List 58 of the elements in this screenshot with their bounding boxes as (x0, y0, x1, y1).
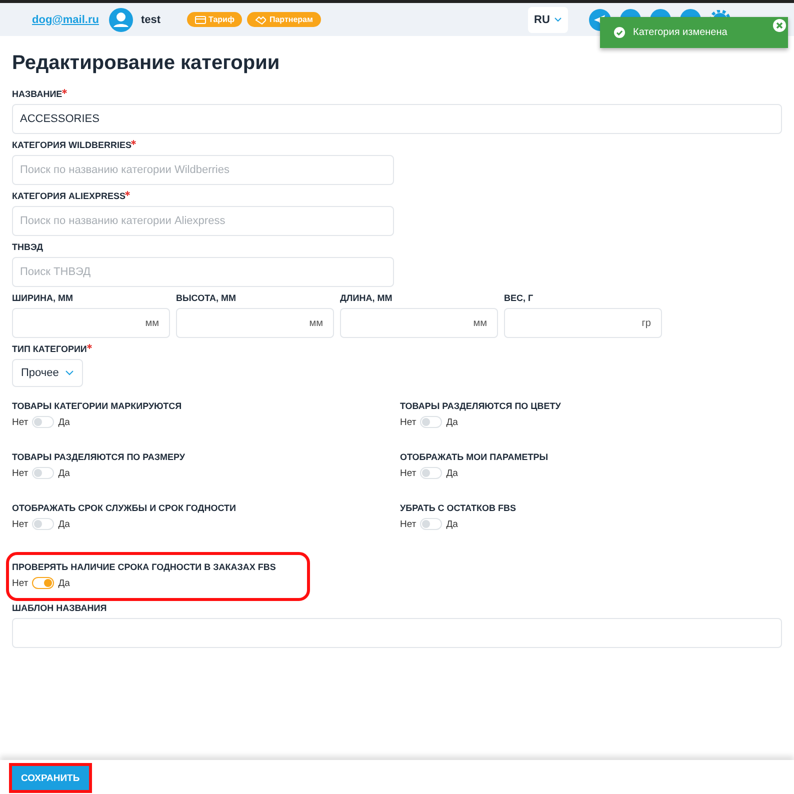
number-field[interactable]: мм (12, 308, 170, 338)
card-icon (194, 14, 206, 24)
toggle-label: ПРОВЕРЯТЬ НАЛИЧИЕ СРОКА ГОДНОСТИ В ЗАКАЗАХ FBS (12, 562, 277, 573)
field-label: ШАБЛОН НАЗВАНИЯ (12, 603, 108, 614)
on-label: Да (446, 518, 458, 530)
name-field[interactable]: ACCESSORIES (12, 104, 782, 134)
search-field[interactable]: Поиск по названию категории Aliexpress (12, 206, 394, 236)
on-label: Да (58, 578, 70, 588)
field-label: ТНВЭД (12, 242, 44, 253)
field-label: ТИП КАТЕГОРИИ (12, 344, 782, 355)
chevron-icon (64, 370, 74, 376)
field-label: КАТЕГОРИЯ ALIEXPRESS (12, 191, 782, 202)
search-field[interactable]: Поиск по названию категории Wildberries (12, 155, 394, 185)
toggle-switch[interactable] (32, 416, 54, 428)
search-field[interactable]: Поиск ТНВЭД (12, 257, 394, 287)
field-label: ДЛИНА, ММ (340, 293, 394, 304)
field-label: ВЫСОТА, ММ (176, 293, 238, 304)
page-title: Редактирование категории (12, 52, 281, 75)
on-label: Да (58, 416, 70, 428)
on-label: Да (446, 468, 458, 478)
field-label: ВЕС, Г (504, 293, 534, 304)
toggle-switch[interactable] (32, 577, 54, 589)
chevron-icon (554, 16, 562, 22)
language-select[interactable]: RU (528, 6, 568, 32)
toast-message: Категория изменена (633, 27, 728, 38)
toggle-switch[interactable] (420, 467, 442, 479)
toggle-label: ТОВАРЫ КАТЕГОРИИ МАРКИРУЮТСЯ (12, 401, 183, 412)
off-label: Нет (12, 518, 28, 530)
toggle-label: УБРАТЬ С ОСТАТКОВ FBS (400, 503, 518, 514)
off-label: Нет (400, 416, 416, 428)
toggle-switch[interactable] (420, 518, 442, 530)
field-label: КАТЕГОРИЯ WILDBERRIES (12, 140, 782, 151)
check-icon (614, 27, 625, 38)
toggle-label: ОТОБРАЖАТЬ МОИ ПАРАМЕТРЫ (400, 452, 550, 463)
close-icon[interactable] (773, 19, 786, 32)
number-field[interactable]: мм (340, 308, 498, 338)
number-field[interactable]: мм (176, 308, 334, 338)
toggle-label: ОТОБРАЖАТЬ СРОК СЛУЖБЫ И СРОК ГОДНОСТИ (12, 503, 237, 514)
off-label: Нет (400, 468, 416, 478)
username: test (140, 14, 161, 26)
category-type-select[interactable]: Прочее (12, 359, 83, 387)
toggle-switch[interactable] (32, 467, 54, 479)
on-label: Да (58, 468, 70, 478)
on-label: Да (446, 416, 458, 428)
off-label: Нет (12, 416, 28, 428)
toggle-switch[interactable] (420, 416, 442, 428)
template-field[interactable] (12, 618, 782, 648)
off-label: Нет (400, 518, 416, 530)
number-field[interactable]: гр (504, 308, 662, 338)
field-label: НАЗВАНИЕ (12, 89, 782, 100)
avatar-icon (108, 8, 133, 32)
off-label: Нет (12, 578, 28, 588)
off-label: Нет (12, 468, 28, 478)
toggle-label: ТОВАРЫ РАЗДЕЛЯЮТСЯ ПО РАЗМЕРУ (12, 452, 186, 463)
on-label: Да (58, 518, 70, 530)
toggle-label: ТОВАРЫ РАЗДЕЛЯЮТСЯ ПО ЦВЕТУ (400, 401, 562, 412)
toggle-switch[interactable] (32, 518, 54, 530)
field-label: ШИРИНА, ММ (12, 293, 74, 304)
